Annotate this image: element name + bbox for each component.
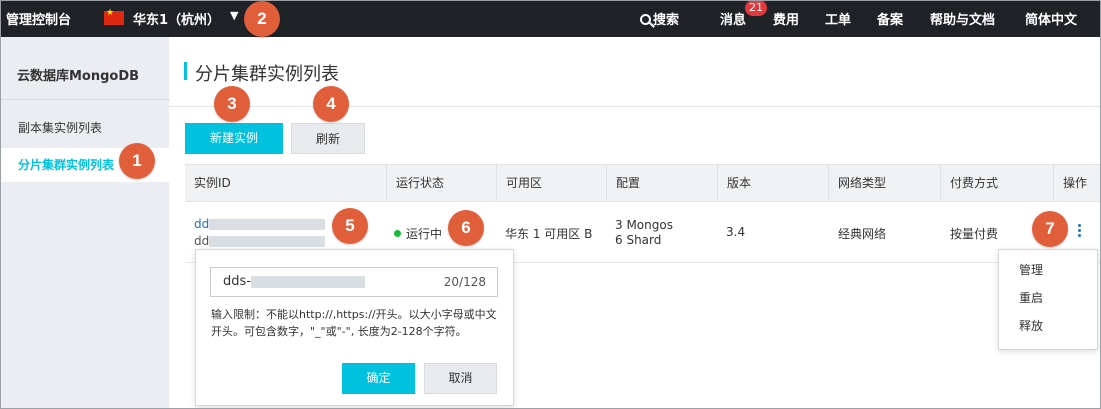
- col-zone: 可用区: [496, 165, 606, 201]
- col-billing: 付费方式: [940, 165, 1053, 201]
- menu-item-release[interactable]: 释放: [1019, 317, 1043, 334]
- status-cell: 运行中: [394, 225, 442, 242]
- col-actions: 操作: [1053, 165, 1101, 201]
- callout-5: 5: [332, 208, 368, 244]
- sidebar-title: 云数据库MongoDB: [17, 69, 140, 84]
- sidebar-item-replica-set-list[interactable]: 副本集实例列表: [1, 111, 170, 145]
- network-type-cell: 经典网络: [838, 227, 887, 241]
- nav-fees[interactable]: 费用: [773, 9, 799, 28]
- rename-popover: dds- 20/128 输入限制：不能以http://,https://开头。以…: [195, 249, 514, 406]
- char-counter: 20/128: [443, 275, 486, 289]
- callout-4: 4: [313, 86, 349, 122]
- config-mongos: 3 Mongos: [615, 218, 673, 232]
- confirm-button[interactable]: 确定: [342, 363, 415, 394]
- cancel-button[interactable]: 取消: [424, 363, 497, 394]
- status-text: 运行中: [406, 227, 443, 241]
- version-cell: 3.4: [726, 225, 746, 239]
- nav-messages[interactable]: 消息: [720, 9, 746, 28]
- instance-name: dd: [194, 234, 326, 248]
- redacted-input-value: [250, 275, 365, 288]
- nav-search-label: 搜索: [653, 13, 680, 28]
- menu-item-manage[interactable]: 管理: [1019, 261, 1043, 278]
- messages-count-badge: 21: [745, 0, 767, 16]
- col-version: 版本: [717, 165, 828, 201]
- instance-name-prefix: dd: [194, 234, 210, 248]
- sidebar-divider: [1, 99, 170, 100]
- search-icon: [640, 14, 651, 25]
- col-instance-id: 实例ID: [194, 176, 231, 190]
- console-home-link[interactable]: 管理控制台: [6, 9, 71, 28]
- config-shard: 6 Shard: [615, 233, 662, 247]
- more-actions-icon[interactable]: [1078, 224, 1082, 239]
- refresh-button[interactable]: 刷新: [291, 123, 365, 154]
- instance-id-prefix: dd: [194, 217, 210, 231]
- menu-item-restart[interactable]: 重启: [1019, 289, 1043, 306]
- redacted-name: [209, 236, 326, 247]
- nav-language[interactable]: 简体中文: [1025, 9, 1077, 28]
- nav-help[interactable]: 帮助与文档: [930, 9, 995, 28]
- col-network-type: 网络类型: [828, 165, 940, 201]
- page-title: 分片集群实例列表: [195, 64, 339, 85]
- callout-2: 2: [244, 1, 280, 37]
- top-navbar: 管理控制台 ★ 华东1（杭州） ▼ 搜索 消息 21 费用 工单 备案 帮助与文…: [0, 0, 1101, 37]
- china-flag-icon: ★: [104, 8, 124, 25]
- region-selector[interactable]: 华东1（杭州）: [133, 9, 220, 28]
- callout-3: 3: [214, 86, 250, 122]
- nav-search[interactable]: 搜索: [640, 9, 679, 28]
- create-instance-button[interactable]: 新建实例: [185, 123, 283, 154]
- col-config: 配置: [606, 165, 717, 201]
- nav-tickets[interactable]: 工单: [825, 9, 851, 28]
- instance-id-link[interactable]: dd: [194, 217, 326, 231]
- caret-down-icon[interactable]: ▼: [230, 9, 238, 22]
- input-hint: 输入限制：不能以http://,https://开头。以大小字母或中文开头。可包…: [211, 308, 497, 338]
- sidebar: 云数据库MongoDB 副本集实例列表 分片集群实例列表: [0, 37, 170, 409]
- table-header: 实例ID 运行状态 可用区 配置 版本 网络类型 付费方式 操作: [185, 164, 1101, 202]
- header-divider: [169, 106, 1101, 107]
- actions-dropdown: 管理 重启 释放: [998, 249, 1098, 350]
- running-status-dot-icon: [394, 230, 401, 237]
- callout-6: 6: [448, 210, 484, 246]
- billing-cell: 按量付费: [950, 227, 999, 241]
- instance-name-input-value: dds-: [223, 274, 251, 289]
- col-status: 运行状态: [386, 165, 496, 201]
- nav-filing[interactable]: 备案: [877, 9, 903, 28]
- zone-cell: 华东 1 可用区 B: [505, 227, 593, 241]
- title-accent-bar: [184, 62, 187, 80]
- redacted-id: [209, 219, 326, 230]
- callout-7: 7: [1032, 211, 1068, 247]
- instance-name-input[interactable]: dds- 20/128: [210, 267, 498, 297]
- callout-1: 1: [119, 143, 155, 179]
